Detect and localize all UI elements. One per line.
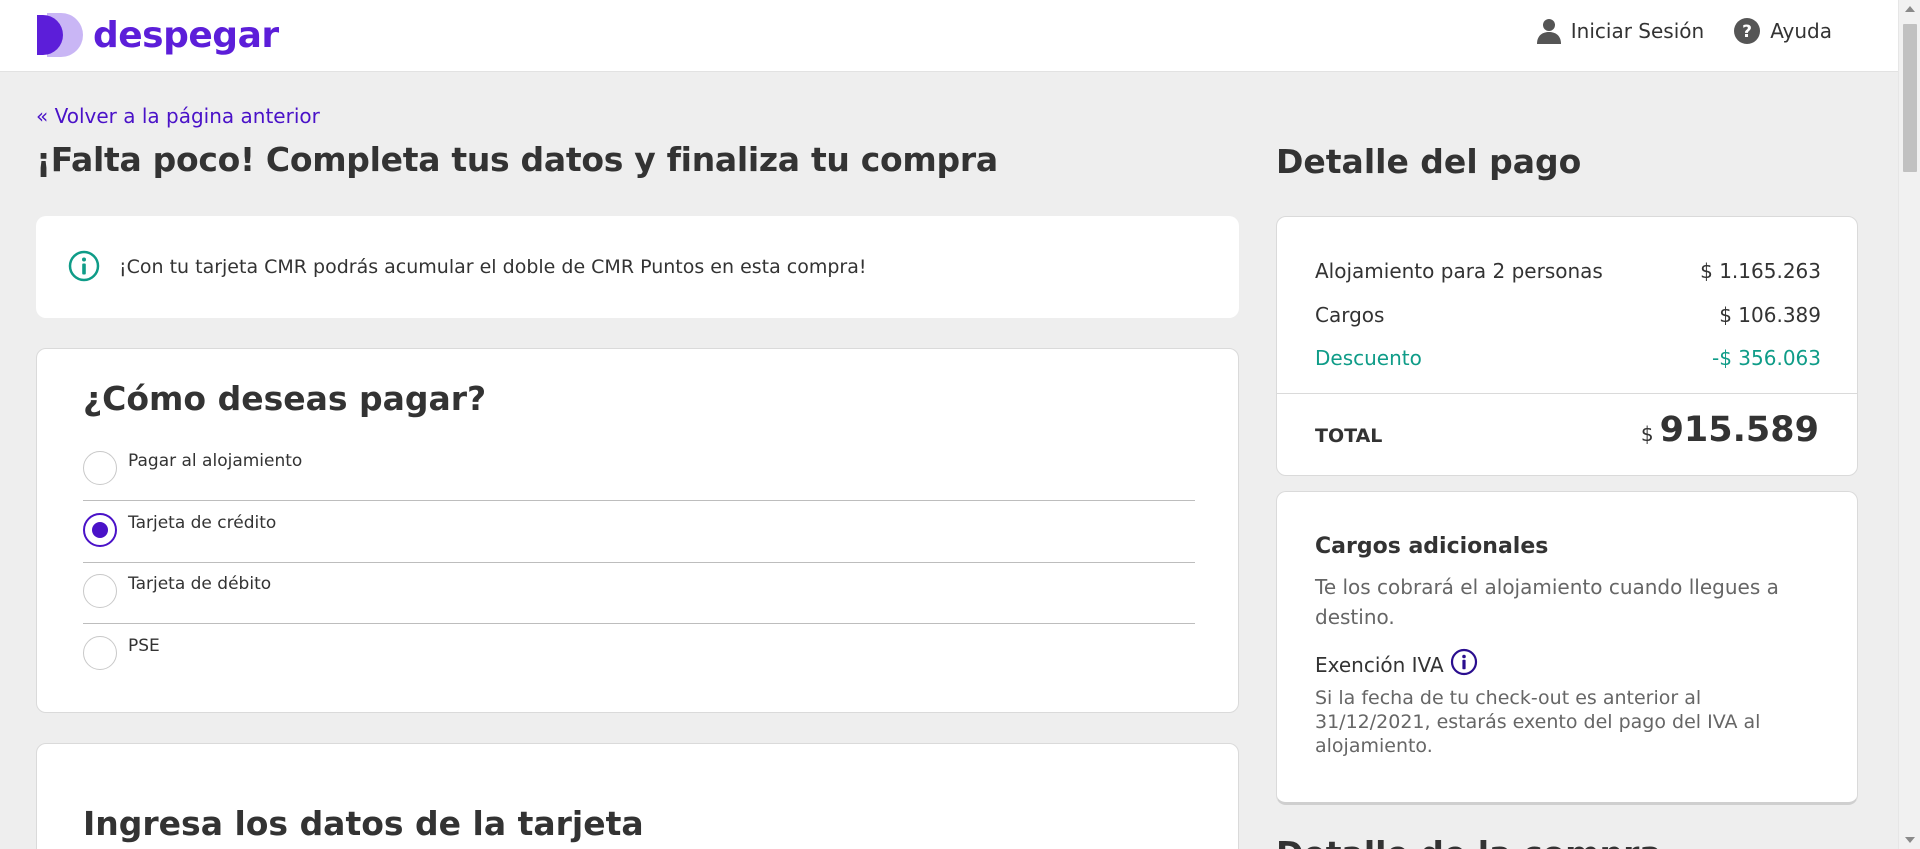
option-label: Pagar al alojamiento (128, 451, 303, 471)
login-link[interactable]: Iniciar Sesión (1536, 18, 1705, 44)
iva-exemption-row: Exención IVA (1315, 648, 1478, 681)
additional-charges-card: Cargos adicionales Te los cobrará el alo… (1276, 491, 1858, 805)
payment-option-alojamiento[interactable]: Pagar al alojamiento (83, 439, 1195, 501)
option-label: Tarjeta de crédito (128, 513, 277, 533)
summary-row-amount: $ 106.389 (1719, 303, 1821, 327)
logo-text: despegar (93, 14, 279, 56)
payment-option-credito[interactable]: Tarjeta de crédito (83, 501, 1195, 563)
iva-label: Exención IVA (1315, 652, 1444, 677)
summary-row-label: Cargos (1315, 303, 1385, 327)
total-currency: $ (1640, 422, 1654, 446)
page-title: ¡Falta poco! Completa tus datos y finali… (36, 140, 998, 179)
summary-row-amount: -$ 356.063 (1711, 346, 1821, 370)
cmr-info-banner: ¡Con tu tarjeta CMR podrás acumular el d… (36, 216, 1239, 318)
card-data-section: Ingresa los datos de la tarjeta (36, 743, 1239, 849)
info-icon (68, 250, 100, 286)
payment-detail-title: Detalle del pago (1276, 142, 1582, 181)
back-link[interactable]: « Volver a la página anterior (36, 104, 320, 128)
info-banner-text: ¡Con tu tarjeta CMR podrás acumular el d… (119, 256, 867, 278)
additional-charges-text: Te los cobrará el alojamiento cuando lle… (1315, 575, 1779, 629)
summary-row-discount: Descuento -$ 356.063 (1315, 346, 1821, 370)
radio-alojamiento[interactable] (83, 451, 117, 485)
svg-text:?: ? (1742, 22, 1752, 42)
help-icon: ? (1734, 18, 1761, 44)
additional-charges-title: Cargos adicionales (1315, 534, 1549, 559)
summary-row-amount: $ 1.165.263 (1700, 259, 1821, 283)
radio-pse[interactable] (83, 636, 117, 670)
payment-option-debito[interactable]: Tarjeta de débito (83, 562, 1195, 624)
summary-row-label: Descuento (1315, 346, 1422, 370)
login-label: Iniciar Sesión (1570, 19, 1705, 43)
total-value: 915.589 (1659, 410, 1819, 450)
payment-title: ¿Cómo deseas pagar? (83, 379, 487, 418)
option-label: PSE (128, 636, 160, 656)
page-scrollbar[interactable] (1898, 0, 1920, 849)
summary-row: Cargos $ 106.389 (1315, 303, 1821, 327)
summary-divider (1277, 393, 1857, 394)
logo-mark-icon (37, 11, 85, 59)
summary-row: Alojamiento para 2 personas $ 1.165.263 (1315, 259, 1821, 283)
payment-method-card: ¿Cómo deseas pagar? Pagar al alojamiento… (36, 348, 1239, 713)
iva-exemption-text: Si la fecha de tu check-out es anterior … (1315, 687, 1761, 757)
iva-info-icon[interactable] (1450, 648, 1478, 681)
summary-row-label: Alojamiento para 2 personas (1315, 259, 1603, 283)
payment-option-pse[interactable]: PSE (83, 624, 1195, 686)
total-label: TOTAL (1315, 425, 1383, 447)
help-label: Ayuda (1770, 19, 1832, 43)
purchase-detail-title: Detalle de la compra (1276, 834, 1662, 849)
despegar-logo[interactable]: despegar (37, 11, 279, 59)
top-header: despegar Iniciar Sesión ? Ayuda (0, 0, 1898, 72)
card-data-title: Ingresa los datos de la tarjeta (83, 804, 644, 843)
radio-debito[interactable] (83, 574, 117, 608)
scroll-up-icon[interactable] (1905, 6, 1915, 12)
option-label: Tarjeta de débito (128, 574, 272, 594)
help-link[interactable]: ? Ayuda (1734, 18, 1832, 44)
payment-summary-card: Alojamiento para 2 personas $ 1.165.263 … (1276, 216, 1858, 476)
user-icon (1536, 18, 1561, 44)
scroll-thumb[interactable] (1903, 24, 1917, 172)
total-amount: $ 915.589 (1641, 410, 1819, 450)
radio-credito[interactable] (83, 513, 117, 547)
scroll-down-icon[interactable] (1905, 837, 1915, 843)
